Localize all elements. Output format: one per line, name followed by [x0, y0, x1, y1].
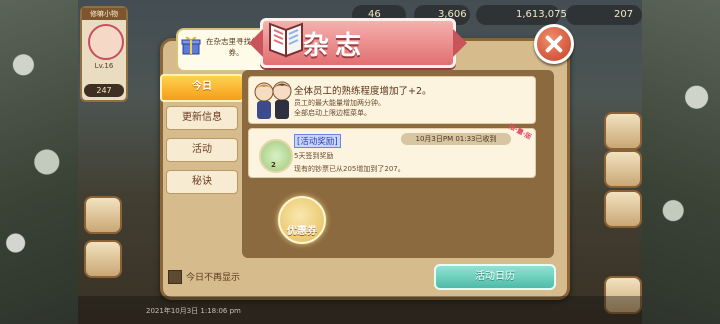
close-button[interactable] — [534, 24, 574, 64]
dialog-title: 杂志 — [303, 31, 368, 61]
tab-update-info[interactable]: 更新信息 — [166, 106, 238, 130]
news-card: 全体员工的熟练程度增加了+2。 员工的最大能量增加两分钟。 全部启动上限边框菜单… — [248, 76, 536, 124]
side-menu-button[interactable] — [84, 240, 122, 278]
staff-characters-icon — [254, 81, 292, 119]
tab-events[interactable]: 活动 — [166, 138, 238, 162]
profile-card[interactable]: 修嘛小物 Lv.16 247 — [80, 6, 128, 102]
gems-counter: 207 — [566, 5, 642, 25]
background-left-foliage — [0, 0, 78, 324]
event-line: 现有的钞票已从205增加到了207。 — [294, 165, 405, 173]
side-menu-button[interactable] — [604, 190, 642, 228]
avatar — [88, 24, 124, 60]
checkbox-label: 今日不再显示 — [186, 273, 241, 283]
side-menu-button[interactable] — [84, 196, 122, 234]
news-title: 全体员工的熟练程度增加了+2。 — [294, 86, 432, 97]
tab-tips[interactable]: 秘诀 — [166, 170, 238, 194]
cash-bundle-icon — [259, 139, 293, 173]
side-menu-button[interactable] — [604, 112, 642, 150]
coupon-button[interactable]: 优惠券 — [278, 196, 326, 244]
background-right-foliage — [642, 0, 720, 324]
profile-count: 247 — [84, 84, 124, 97]
received-time: 10月3日PM 01:33已收到 — [401, 133, 511, 145]
magazine-book-icon — [269, 22, 303, 58]
cash-counter: 1,613,075 — [476, 5, 567, 25]
timestamp: 2021年10月3日 1:18:06 pm — [146, 307, 241, 315]
gift-icon — [181, 36, 201, 55]
reward-quantity: 2 — [271, 161, 276, 169]
news-line: 员工的最大能量增加两分钟。 — [294, 99, 385, 107]
event-line: 5天签到奖励 — [294, 152, 334, 160]
side-menu-button[interactable] — [604, 150, 642, 188]
event-tag: [活动奖励] — [294, 134, 341, 148]
event-calendar-button[interactable]: 活动日历 — [434, 264, 556, 290]
coupon-label: 优惠券 — [287, 226, 317, 237]
limited-stamp: 限·量·版 — [507, 122, 533, 142]
event-reward-card: 2 [活动奖励] 10月3日PM 01:33已收到 限·量·版 5天签到奖励 现… — [248, 123, 536, 178]
tab-today[interactable]: 今日 — [160, 74, 244, 102]
profile-name: 修嘛小物 — [82, 8, 126, 20]
dont-show-today-checkbox[interactable] — [168, 270, 182, 284]
news-line: 全部启动上限边框菜单。 — [294, 109, 371, 117]
level-label: Lv.16 — [94, 62, 114, 70]
